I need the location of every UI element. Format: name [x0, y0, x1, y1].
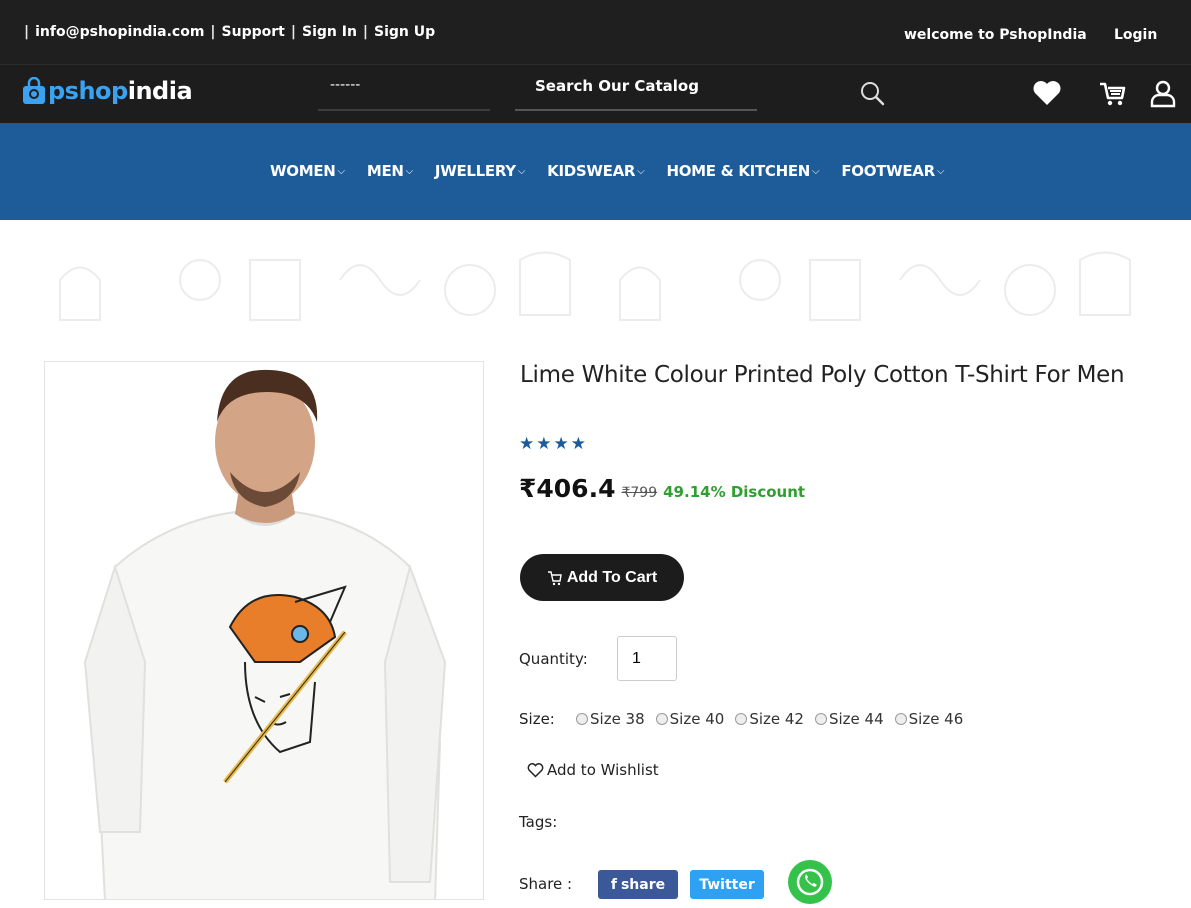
nav-label: MEN	[366, 162, 404, 180]
nav-item-footwear[interactable]: FOOTWEAR ⌵	[841, 162, 944, 180]
cart-icon	[547, 570, 562, 585]
radio-button[interactable]	[894, 713, 907, 725]
nav-label: HOME & KITCHEN	[666, 162, 811, 180]
top-info-bar: | info@pshopindia.com | Support | Sign I…	[0, 0, 1191, 65]
tags-label: Tags:	[519, 813, 558, 831]
nav-item-men[interactable]: MEN ⌵	[367, 162, 413, 180]
rating-stars: ★★★★	[519, 434, 588, 454]
size-text: Size 44	[828, 710, 884, 728]
discount-badge: 49.14% Discount	[663, 483, 806, 501]
size-option-46[interactable]: Size 46	[894, 710, 964, 728]
user-icon[interactable]	[1147, 77, 1179, 109]
support-link[interactable]: Support	[222, 24, 285, 40]
facebook-share-button[interactable]: f share	[598, 870, 678, 899]
size-option-40[interactable]: Size 40	[655, 710, 725, 728]
radio-button[interactable]	[655, 713, 668, 725]
whatsapp-share-button[interactable]	[788, 860, 832, 904]
add-to-cart-label: Add To Cart	[566, 568, 658, 586]
quantity-input[interactable]	[617, 636, 677, 681]
decorative-pattern	[59, 251, 1131, 321]
original-price: ₹799	[621, 485, 658, 501]
share-label: Share :	[519, 875, 573, 893]
nav-item-women[interactable]: WOMEN ⌵	[270, 162, 345, 180]
facebook-share-label: share	[620, 876, 666, 893]
product-title: Lime White Colour Printed Poly Cotton T-…	[520, 362, 1125, 388]
chevron-down-icon: ⌵	[812, 165, 820, 177]
nav-item-jwellery[interactable]: JWELLERY ⌵	[434, 162, 526, 180]
twitter-share-label: Twitter	[699, 876, 755, 893]
radio-button[interactable]	[576, 713, 588, 725]
shopping-bag-icon	[23, 77, 45, 104]
radio-button[interactable]	[735, 713, 748, 725]
nav-label: KIDSWEAR	[547, 162, 636, 180]
heart-outline-icon	[527, 763, 544, 778]
nav-label: FOOTWEAR	[841, 162, 935, 180]
email-link[interactable]: info@pshopindia.com	[35, 24, 204, 40]
separator: |	[210, 24, 216, 40]
chevron-down-icon: ⌵	[637, 165, 645, 177]
chevron-down-icon: ⌵	[517, 165, 526, 177]
nav-label: WOMEN	[270, 162, 336, 180]
size-text: Size 40	[669, 710, 725, 728]
size-options: Size 38 Size 40 Size 42 Size 44 Size 46	[576, 710, 963, 728]
whatsapp-icon	[796, 868, 824, 896]
price-row: ₹406.4 ₹799 49.14% Discount	[519, 474, 805, 503]
chevron-down-icon: ⌵	[405, 165, 414, 177]
category-select[interactable]: ------	[318, 73, 490, 111]
cart-icon[interactable]	[1096, 77, 1128, 109]
search-icon[interactable]	[858, 79, 886, 107]
nav-label: JWELLERY	[434, 162, 516, 180]
logo-text-part2: india	[127, 77, 193, 105]
category-nav: WOMEN ⌵ MEN ⌵ JWELLERY ⌵ KIDSWEAR ⌵ HOME & K…	[0, 123, 1191, 220]
chevron-down-icon: ⌵	[337, 165, 346, 177]
sign-up-link[interactable]: Sign Up	[374, 24, 435, 40]
main-header: pshopindia ------ Search Our Catalog	[0, 65, 1191, 123]
separator: |	[24, 24, 30, 40]
search-input[interactable]: Search Our Catalog	[515, 73, 757, 111]
radio-button[interactable]	[814, 713, 827, 725]
heart-icon[interactable]	[1031, 77, 1063, 109]
size-text: Size 42	[749, 710, 804, 728]
size-option-38[interactable]: Size 38	[576, 710, 645, 728]
add-to-cart-button[interactable]: Add To Cart	[520, 554, 684, 601]
twitter-share-button[interactable]: Twitter	[690, 870, 764, 899]
logo-text-part1: pshop	[48, 77, 128, 105]
separator: |	[362, 24, 369, 40]
product-image[interactable]	[44, 361, 484, 900]
size-text: Size 46	[908, 710, 964, 728]
sign-in-link[interactable]: Sign In	[302, 24, 357, 40]
facebook-icon: f	[610, 876, 617, 893]
current-price: ₹406.4	[519, 474, 616, 503]
chevron-down-icon: ⌵	[936, 165, 945, 177]
login-link[interactable]: Login	[1114, 27, 1157, 43]
size-option-42[interactable]: Size 42	[735, 710, 804, 728]
top-links: | info@pshopindia.com | Support | Sign I…	[24, 24, 435, 40]
size-option-44[interactable]: Size 44	[814, 710, 884, 728]
quantity-label: Quantity:	[519, 650, 588, 668]
nav-item-home-kitchen[interactable]: HOME & KITCHEN ⌵	[666, 162, 819, 180]
nav-item-kidswear[interactable]: KIDSWEAR ⌵	[547, 162, 645, 180]
size-text: Size 38	[590, 710, 645, 728]
site-logo[interactable]: pshopindia	[22, 77, 193, 105]
size-label: Size:	[519, 710, 555, 728]
add-to-wishlist-link[interactable]: Add to Wishlist	[527, 761, 659, 779]
welcome-text: welcome to PshopIndia	[904, 27, 1087, 43]
wishlist-label: Add to Wishlist	[547, 761, 659, 779]
separator: |	[290, 24, 296, 40]
tshirt-model-image	[83, 369, 447, 899]
